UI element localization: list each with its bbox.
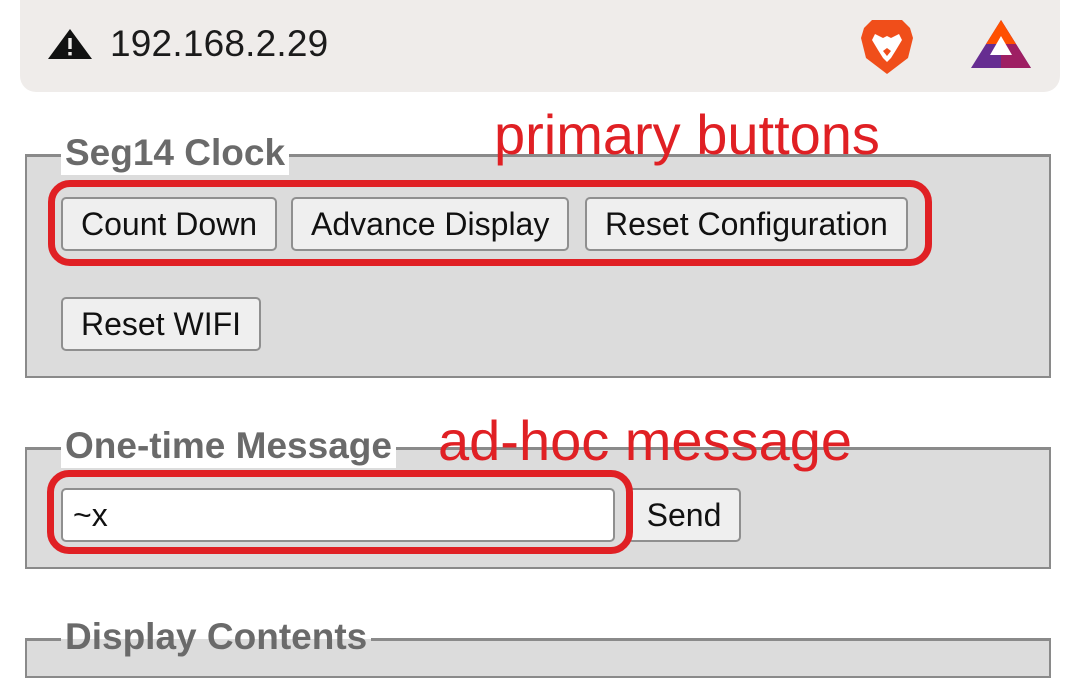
clock-fieldset: Seg14 Clock Count Down Advance Display R…: [25, 131, 1051, 378]
message-input[interactable]: [61, 488, 615, 542]
adhoc-message-annotation-label: ad-hoc message: [438, 409, 853, 472]
warning-triangle-icon[interactable]: [47, 28, 93, 60]
reset-configuration-button[interactable]: Reset Configuration: [585, 197, 908, 251]
send-button[interactable]: Send: [627, 488, 741, 542]
bat-triangle-icon[interactable]: [970, 18, 1032, 70]
clock-legend: Seg14 Clock: [61, 131, 290, 175]
primary-buttons-annotation-label: primary buttons: [494, 103, 880, 166]
url-text[interactable]: 192.168.2.29: [110, 22, 328, 66]
advance-display-button[interactable]: Advance Display: [291, 197, 570, 251]
display-fieldset: Display Contents: [25, 615, 1051, 678]
count-down-button[interactable]: Count Down: [61, 197, 278, 251]
brave-lion-icon[interactable]: [858, 16, 916, 76]
reset-wifi-button[interactable]: Reset WIFI: [61, 297, 262, 351]
display-legend: Display Contents: [61, 615, 372, 659]
message-legend: One-time Message: [61, 424, 396, 468]
